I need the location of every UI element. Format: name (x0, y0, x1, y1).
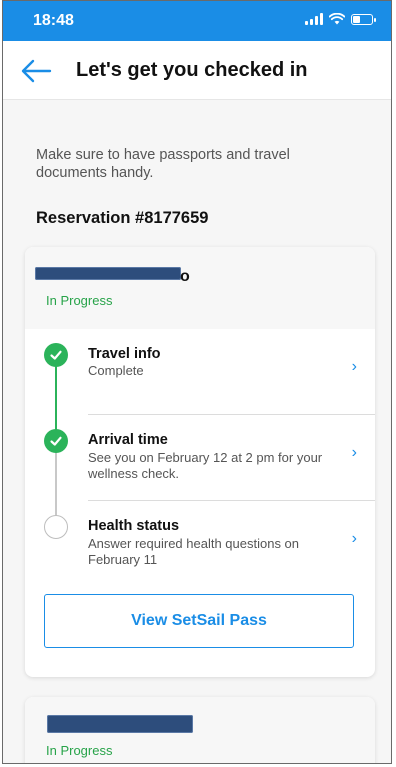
status-bar: 18:48 (3, 1, 391, 41)
step-arrival-time[interactable]: Arrival time See you on February 12 at 2… (25, 425, 375, 501)
guest-card: o In Progress Travel info Complete › Arr… (25, 247, 375, 677)
app-header: Let's get you checked in (3, 41, 391, 100)
divider (88, 500, 375, 501)
guest-card-2-header: In Progress (25, 697, 375, 763)
guest-card-header: o In Progress (25, 247, 375, 329)
step-title: Arrival time (88, 432, 168, 448)
divider (88, 414, 375, 415)
chevron-right-icon: › (351, 358, 357, 375)
step-title: Health status (88, 518, 180, 534)
chevron-right-icon: › (351, 530, 357, 547)
step-travel-info[interactable]: Travel info Complete › (25, 339, 375, 415)
back-button[interactable] (19, 57, 53, 85)
intro-text: Make sure to have passports and travel d… (36, 147, 290, 181)
guest-status: In Progress (46, 293, 113, 308)
chevron-right-icon: › (351, 444, 357, 461)
redacted-guest-name (35, 267, 181, 280)
step-health-status[interactable]: Health status Answer required health que… (25, 511, 375, 581)
check-icon (44, 429, 68, 453)
guest-card-2: In Progress (25, 697, 375, 763)
guest-status: In Progress (46, 743, 113, 758)
phone-screen: 18:48 Let's get you checked in Make sure… (2, 0, 392, 764)
signal-icon (305, 13, 323, 25)
status-time: 18:48 (33, 12, 74, 29)
step-description: Complete (88, 363, 144, 378)
reservation-number: Reservation #8177659 (36, 209, 209, 227)
battery-icon (351, 13, 376, 25)
view-setsail-pass-button[interactable]: View SetSail Pass (44, 594, 354, 648)
step-description: Answer required health questions on Febr… (88, 536, 300, 567)
check-icon (44, 343, 68, 367)
guest-name-fragment: o (180, 268, 190, 285)
back-arrow-icon (21, 59, 52, 83)
step-description: See you on February 12 at 2 pm for your … (88, 450, 323, 481)
step-title: Travel info (88, 346, 161, 362)
page-title: Let's get you checked in (76, 59, 308, 81)
wifi-icon (329, 13, 345, 25)
redacted-guest-name (47, 715, 193, 733)
status-icons (305, 13, 376, 25)
empty-circle-icon (44, 515, 68, 539)
